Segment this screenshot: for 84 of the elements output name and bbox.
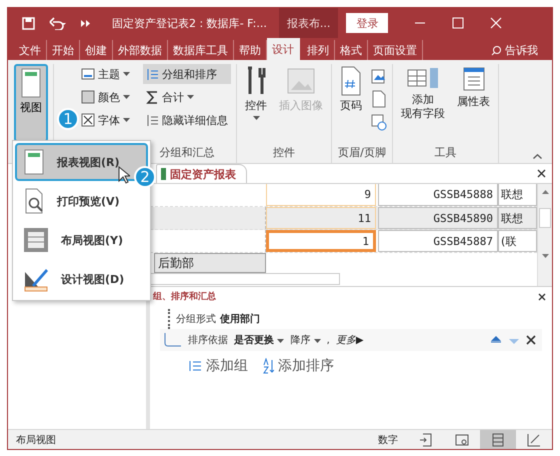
sort-az-icon <box>262 358 274 374</box>
sort-field-dropdown[interactable]: 是否更换 <box>234 333 284 347</box>
design-view-icon <box>23 266 49 292</box>
separator-text: , <box>326 334 330 346</box>
table-cell: 1 <box>266 230 376 252</box>
controls-button[interactable]: 控件 <box>242 64 270 145</box>
theme-menu-button[interactable]: 主题 <box>78 64 133 84</box>
scroll-down-icon[interactable] <box>542 254 548 258</box>
collapse-ribbon-icon[interactable] <box>533 154 542 159</box>
hide-details-icon <box>146 114 159 126</box>
page-number-button[interactable]: 页码 <box>337 64 365 145</box>
design-view-icon <box>527 432 541 446</box>
tell-me-button[interactable]: 告诉我 <box>485 40 544 60</box>
caret-icon <box>123 95 130 99</box>
scroll-thumb[interactable] <box>539 208 551 228</box>
close-icon[interactable] <box>490 17 502 29</box>
view-switch-button[interactable] <box>480 430 516 449</box>
report-icon <box>161 168 166 180</box>
group-by-label: 分组形式 <box>176 312 216 326</box>
add-group-icon <box>188 360 202 372</box>
caret-icon <box>277 339 284 343</box>
table-cell: GSSB45888 <box>378 184 498 206</box>
window-title: 固定资产登记表2 : 数据库- F:... <box>112 16 267 30</box>
document-tab[interactable]: 固定资产报表 <box>156 164 247 183</box>
maximize-icon[interactable] <box>452 17 464 29</box>
status-text: 布局视图 <box>16 434 56 446</box>
view-button[interactable]: 视图 <box>14 64 48 142</box>
add-fields-icon <box>406 66 440 90</box>
caret-icon <box>314 339 321 343</box>
property-sheet-button[interactable]: 属性表 <box>454 64 493 145</box>
layout-view-icon <box>23 227 49 253</box>
group-sort-icon <box>146 68 159 80</box>
save-icon[interactable] <box>22 16 35 30</box>
context-tab-title: 报表布... <box>278 8 338 38</box>
tools-icon <box>245 66 267 96</box>
delete-icon[interactable] <box>526 335 536 345</box>
grouping-button[interactable]: 分组和排序 <box>143 64 231 84</box>
mouse-cursor-icon <box>118 166 130 184</box>
more-link[interactable]: 更多▶ <box>336 333 364 347</box>
table-cell: 9 <box>266 184 376 206</box>
theme-menu-button[interactable]: 字体 <box>78 110 133 130</box>
table-cell: GSSB45887 <box>378 230 498 252</box>
group-header-label: 后勤部 <box>154 253 266 273</box>
group-label: 页眉/页脚 <box>337 145 387 161</box>
print-preview-icon <box>23 188 45 214</box>
group-label: 工具 <box>434 145 458 161</box>
close-icon[interactable] <box>537 167 546 180</box>
print-preview-icon <box>455 432 469 446</box>
sum-icon <box>146 90 159 104</box>
color-icon <box>81 90 95 104</box>
property-sheet-icon <box>462 66 486 92</box>
login-button[interactable]: 登录 <box>346 13 388 33</box>
group-label: 分组和汇总 <box>158 145 216 161</box>
scroll-up-icon[interactable] <box>542 190 548 194</box>
more-icon[interactable] <box>81 18 90 28</box>
theme-menu-button[interactable]: 颜色 <box>78 87 133 107</box>
group-label: 控件 <box>272 145 296 161</box>
pane-title: 组、排序和汇总 <box>153 290 216 302</box>
image-icon <box>286 66 316 96</box>
caret-icon <box>252 116 260 120</box>
layout-view-icon <box>491 432 505 446</box>
ribbon-tab[interactable]: 设计 <box>267 38 300 60</box>
sort-order-dropdown[interactable]: 降序 <box>290 333 321 347</box>
page-number-icon <box>340 66 362 96</box>
caret-icon <box>123 72 130 76</box>
sort-by-label: 排序依据 <box>188 334 228 347</box>
caret-icon <box>123 118 130 122</box>
move-up-icon[interactable] <box>490 335 502 345</box>
theme-icon <box>81 67 95 81</box>
caret-icon <box>187 95 194 99</box>
group-by-field: 使用部门 <box>220 312 260 326</box>
grouping-button[interactable]: 隐藏详细信息 <box>143 110 231 130</box>
grouping-button[interactable]: 合计 <box>143 87 231 107</box>
add-fields-button[interactable]: 添加 现有字段 <box>398 64 448 145</box>
table-cell: (联 <box>498 230 537 252</box>
table-cell: GSSB45890 <box>378 207 498 229</box>
table-cell: 11 <box>266 207 376 229</box>
add-sort-button[interactable]: 添加排序 <box>262 357 334 375</box>
search-icon <box>491 44 502 56</box>
table-cell: 联想 <box>498 207 537 229</box>
undo-icon[interactable] <box>49 16 67 30</box>
status-indicator: 数字 <box>378 434 398 446</box>
font-icon <box>81 113 95 127</box>
add-group-button[interactable]: 添加组 <box>188 357 248 375</box>
